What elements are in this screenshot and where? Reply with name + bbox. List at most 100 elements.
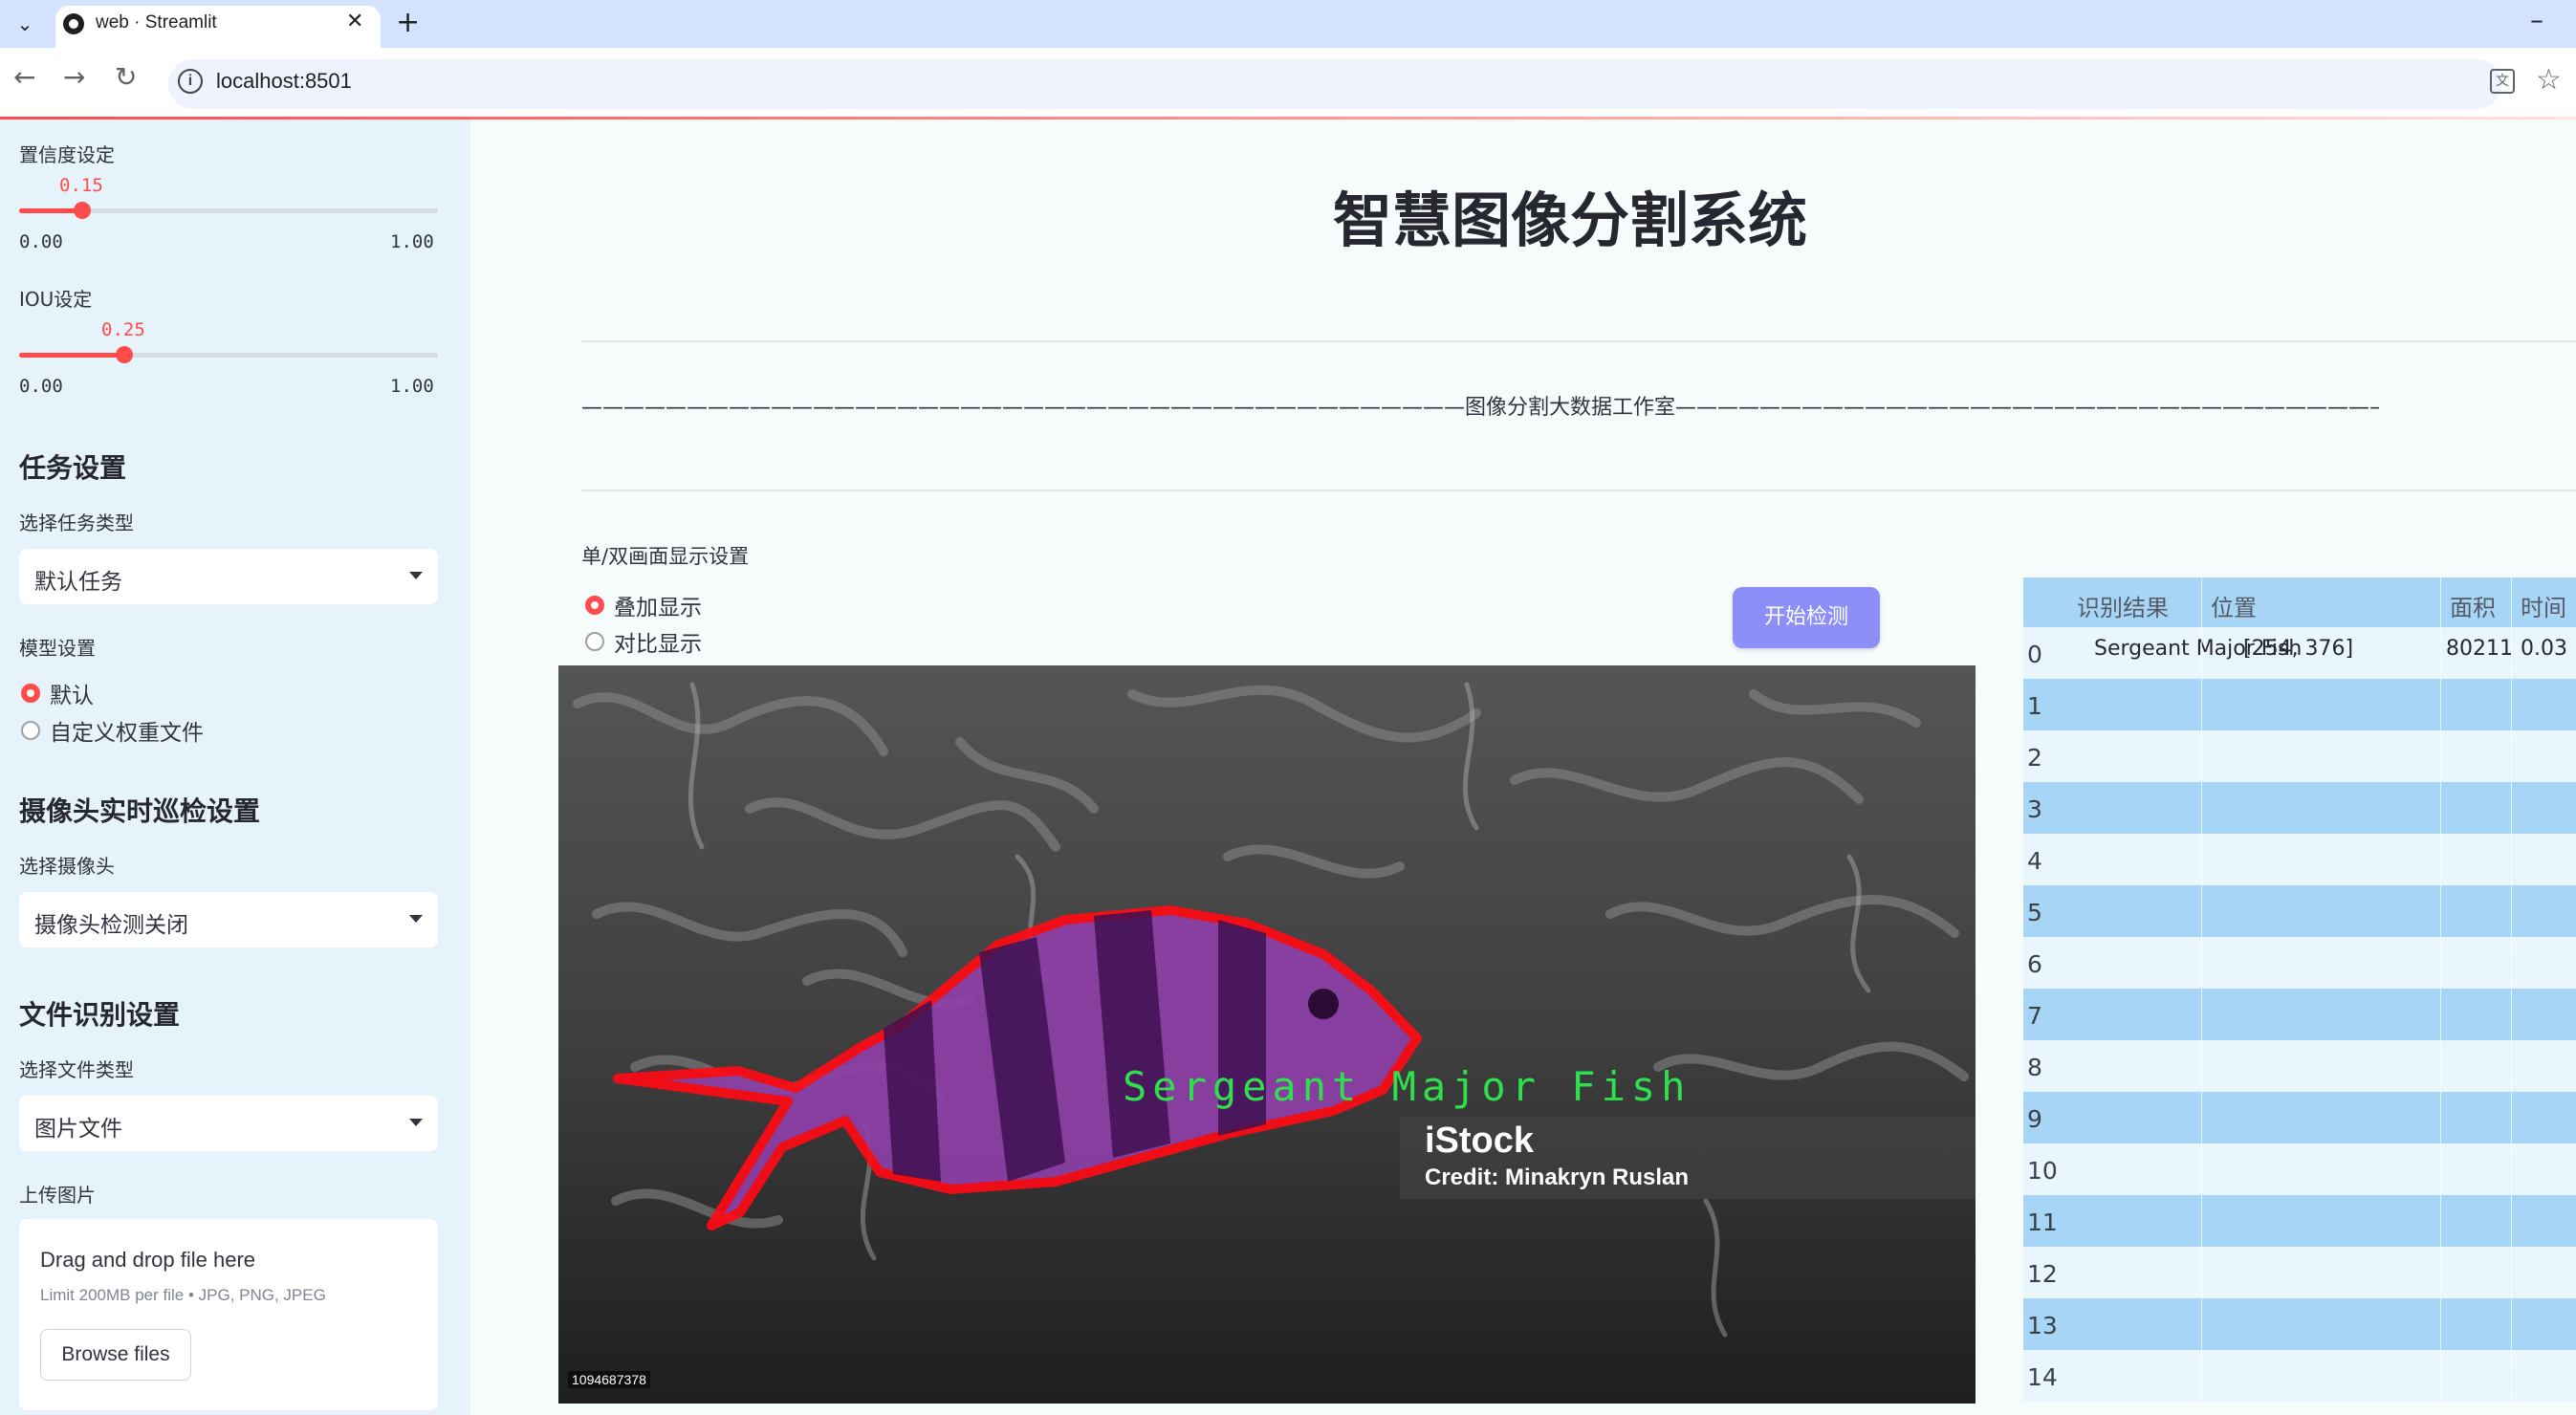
row-index: 6 — [2027, 950, 2042, 978]
display-mode-label: 单/双画面显示设置 — [581, 545, 750, 568]
row-index: 4 — [2027, 847, 2042, 875]
table-row[interactable]: 1 — [2023, 679, 2576, 730]
file-type-value: 图片文件 — [34, 1117, 122, 1142]
segmentation-result-image: Sergeant Major Fish iStock Credit: Minak… — [558, 665, 1976, 1404]
table-row[interactable]: 11 — [2023, 1195, 2576, 1247]
new-tab-icon[interactable]: + — [396, 6, 420, 39]
back-arrow-icon[interactable]: ← — [13, 61, 35, 93]
model-option-label: 默认 — [50, 684, 94, 708]
confidence-slider[interactable] — [19, 202, 438, 219]
task-settings-header: 任务设置 — [19, 452, 127, 484]
page-title: 智慧图像分割系统 — [1333, 185, 1808, 255]
table-header: 识别结果 位置 面积 时间 — [2023, 577, 2576, 627]
table-row[interactable]: 0 Sergeant Major Fish [254, 376] 80211 0.03 — [2023, 627, 2576, 679]
display-option-label: 对比显示 — [614, 632, 702, 657]
table-row[interactable]: 2 — [2023, 730, 2576, 782]
underwater-grayscale-background — [558, 665, 1976, 1404]
iou-slider[interactable] — [19, 346, 438, 363]
table-row[interactable]: 6 — [2023, 937, 2576, 989]
table-row[interactable]: 7 — [2023, 989, 2576, 1040]
reload-icon[interactable]: ↻ — [115, 61, 137, 93]
address-bar[interactable] — [168, 59, 2501, 109]
radio-unselected-icon — [585, 632, 604, 651]
table-row[interactable]: 4 — [2023, 834, 2576, 885]
divider-bottom — [581, 490, 2576, 491]
display-option-overlay[interactable]: 叠加显示 — [585, 589, 702, 621]
forward-arrow-icon[interactable]: → — [63, 61, 85, 93]
radio-unselected-icon — [21, 721, 40, 740]
start-detection-button[interactable]: 开始检测 — [1733, 587, 1880, 648]
tab-close-icon[interactable]: ✕ — [346, 10, 363, 33]
radio-selected-icon — [21, 684, 40, 703]
model-option-default[interactable]: 默认 — [21, 677, 94, 709]
row-index: 1 — [2027, 692, 2042, 720]
browse-files-button[interactable]: Browse files — [40, 1329, 191, 1381]
translate-icon[interactable]: 文 — [2490, 69, 2515, 94]
column-header-area[interactable]: 面积 — [2450, 589, 2496, 622]
dropzone-limit: Limit 200MB per file • JPG, PNG, JPEG — [40, 1286, 326, 1304]
chevron-down-icon — [409, 572, 423, 579]
camera-settings-header: 摄像头实时巡检设置 — [19, 795, 261, 827]
model-settings-label: 模型设置 — [19, 637, 96, 660]
row-index: 7 — [2027, 1002, 2042, 1030]
iou-slider-thumb[interactable] — [116, 346, 133, 363]
streamlit-favicon-icon — [63, 13, 84, 34]
row-index: 3 — [2027, 795, 2042, 823]
table-row[interactable]: 9 — [2023, 1092, 2576, 1143]
confidence-slider-max: 1.00 — [390, 231, 434, 252]
table-row[interactable]: 13 — [2023, 1298, 2576, 1350]
file-settings-header: 文件识别设置 — [19, 999, 181, 1031]
row-index: 12 — [2027, 1260, 2058, 1288]
column-header-result[interactable]: 识别结果 — [2077, 589, 2169, 622]
upload-label: 上传图片 — [19, 1184, 96, 1207]
column-divider — [2440, 577, 2441, 1415]
row-index: 5 — [2027, 899, 2042, 926]
chevron-down-icon — [409, 1119, 423, 1126]
watermark-brand: iStock — [1425, 1121, 1535, 1161]
table-row[interactable]: 8 — [2023, 1040, 2576, 1092]
fish-eye — [1308, 989, 1339, 1019]
tab-search-chevron-icon[interactable]: ⌄ — [10, 9, 40, 39]
radio-selected-icon — [585, 596, 604, 615]
task-type-select[interactable]: 默认任务 — [19, 549, 438, 604]
bookmark-star-icon[interactable]: ☆ — [2536, 63, 2562, 97]
cell-position: [254, 376] — [2243, 637, 2354, 661]
iou-slider-value: 0.25 — [101, 319, 145, 340]
watermark-credit: Credit: Minakryn Ruslan — [1425, 1165, 1690, 1190]
task-type-value: 默认任务 — [34, 570, 122, 595]
row-index: 8 — [2027, 1054, 2042, 1081]
row-index: 10 — [2027, 1157, 2058, 1185]
table-row[interactable]: 14 — [2023, 1350, 2576, 1402]
dropzone-title: Drag and drop file here — [40, 1248, 256, 1272]
iou-slider-fill — [19, 353, 124, 358]
confidence-slider-min: 0.00 — [19, 231, 63, 252]
studio-divider-text: ————————————————————————————————————————… — [581, 396, 2379, 420]
confidence-slider-value: 0.15 — [59, 175, 103, 196]
site-info-icon[interactable]: i — [178, 69, 203, 94]
table-row[interactable]: 12 — [2023, 1247, 2576, 1298]
column-header-time[interactable]: 时间 — [2521, 589, 2566, 622]
row-index: 0 — [2027, 641, 2042, 668]
display-option-compare[interactable]: 对比显示 — [585, 625, 702, 658]
model-option-custom[interactable]: 自定义权重文件 — [21, 714, 204, 747]
table-row[interactable]: 3 — [2023, 782, 2576, 834]
row-index: 11 — [2027, 1208, 2058, 1236]
image-id: 1094687378 — [568, 1371, 650, 1388]
column-divider — [2201, 577, 2202, 1415]
camera-select[interactable]: 摄像头检测关闭 — [19, 892, 438, 947]
browser-tab-strip — [0, 0, 2576, 48]
results-table[interactable]: 识别结果 位置 面积 时间 0 Sergeant Major Fish [254, … — [2023, 577, 2576, 1415]
window-minimize-icon[interactable]: – — [2530, 4, 2543, 35]
row-index: 13 — [2027, 1312, 2058, 1339]
file-type-select[interactable]: 图片文件 — [19, 1096, 438, 1151]
row-index: 14 — [2027, 1363, 2058, 1391]
table-row[interactable]: 5 — [2023, 885, 2576, 937]
iou-slider-max: 1.00 — [390, 376, 434, 397]
task-type-label: 选择任务类型 — [19, 512, 134, 534]
column-divider — [2511, 577, 2512, 1415]
table-row[interactable]: 10 — [2023, 1143, 2576, 1195]
divider-top — [581, 340, 2576, 342]
url-text[interactable]: localhost:8501 — [216, 69, 352, 94]
confidence-slider-thumb[interactable] — [74, 202, 91, 219]
column-header-position[interactable]: 位置 — [2211, 589, 2257, 622]
